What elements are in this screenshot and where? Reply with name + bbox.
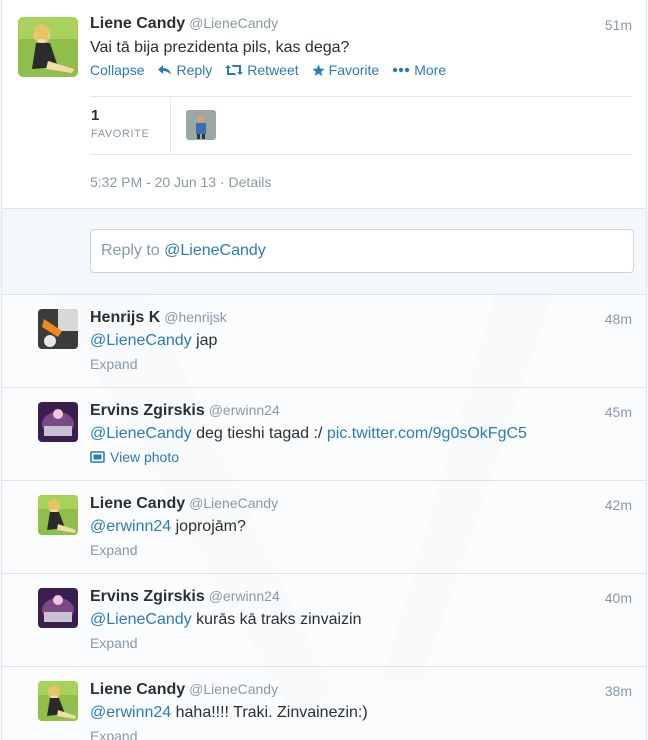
reply-input[interactable]: Reply to @LieneCandy <box>90 229 634 273</box>
collapse-link[interactable]: Collapse <box>90 62 144 78</box>
tweet-conversation-panel: Liene Candy @LieneCandy 51m Vai tā bija p… <box>1 0 647 740</box>
tweet-time[interactable]: 45m <box>605 404 632 420</box>
retweet-icon <box>225 65 244 75</box>
tweet-actions: Collapse Reply Retweet Favorite More <box>90 62 459 78</box>
favorite-button[interactable]: Favorite <box>312 62 380 78</box>
expand-link[interactable]: Expand <box>90 542 137 558</box>
tweet-text: @erwinn24 haha!!!! Traki. Zinvainezin:) <box>90 704 368 722</box>
expanded-tweet: Liene Candy @LieneCandy 51m Vai tā bija p… <box>2 0 646 209</box>
tweet-body: kurās kā traks zinvaizin <box>191 611 362 628</box>
mention-link[interactable]: @LieneCandy <box>90 425 192 442</box>
tweet-time[interactable]: 40m <box>605 590 632 606</box>
stats-separator <box>170 98 171 154</box>
reply-box-area: Reply to @LieneCandy <box>2 209 646 295</box>
more-dots-icon <box>393 67 410 73</box>
reply-label: Reply <box>176 62 213 78</box>
tweet-text: @LieneCandy jap <box>90 332 217 350</box>
reply-button[interactable]: Reply <box>157 62 212 78</box>
reply-header: Henrijs K @henrijsk <box>90 309 227 327</box>
author-handle[interactable]: @LieneCandy <box>189 681 278 697</box>
author-handle[interactable]: @LieneCandy <box>189 15 278 31</box>
favoriter-avatar[interactable] <box>186 110 216 140</box>
tweet-time[interactable]: 51m <box>605 17 632 33</box>
stats-divider-bottom <box>90 154 632 155</box>
reply-tweet[interactable]: Henrijs K @henrijsk 48m @LieneCandy jap E… <box>2 295 646 388</box>
expand-link[interactable]: Expand <box>90 728 137 740</box>
author-name[interactable]: Liene Candy <box>90 15 185 32</box>
reply-header: Ervins Zgirskis @erwinn24 <box>90 588 280 606</box>
tweet-time[interactable]: 42m <box>605 497 632 513</box>
tweet-text: @erwinn24 joprojām? <box>90 518 246 536</box>
tweet-timestamp-line: 5:32 PM - 20 Jun 13 · Details <box>90 174 271 190</box>
avatar[interactable] <box>18 17 78 77</box>
reply-placeholder-mention: @LieneCandy <box>164 242 266 259</box>
mention-link[interactable]: @erwinn24 <box>90 518 171 535</box>
expand-link[interactable]: Expand <box>90 635 137 651</box>
avatar[interactable] <box>38 495 78 535</box>
author-handle[interactable]: @erwinn24 <box>209 588 280 604</box>
reply-tweet[interactable]: Liene Candy @LieneCandy 38m @erwinn24 hah… <box>2 667 646 740</box>
author-name[interactable]: Liene Candy <box>90 681 185 698</box>
tweet-body: joprojām? <box>171 518 246 535</box>
tweet-body: deg tieshi tagad :/ <box>191 425 327 442</box>
reply-tweet[interactable]: Liene Candy @LieneCandy 42m @erwinn24 jop… <box>2 481 646 574</box>
view-photo-label: View photo <box>110 449 180 465</box>
more-label: More <box>414 62 447 78</box>
mention-link[interactable]: @erwinn24 <box>90 704 171 721</box>
reply-header: Liene Candy @LieneCandy <box>90 681 278 699</box>
more-button[interactable]: More <box>392 62 446 78</box>
tweet-text: @LieneCandy deg tieshi tagad :/ pic.twit… <box>90 425 527 443</box>
reply-tweet[interactable]: Ervins Zgirskis @erwinn24 40m @LieneCandy… <box>2 574 646 667</box>
meta-separator: · <box>219 174 225 190</box>
favorite-label: Favorite <box>328 62 380 78</box>
tweet-time[interactable]: 48m <box>605 311 632 327</box>
reply-header: Ervins Zgirskis @erwinn24 <box>90 402 280 420</box>
author-name[interactable]: Liene Candy <box>90 495 185 512</box>
details-link[interactable]: Details <box>229 174 272 190</box>
retweet-label: Retweet <box>247 62 299 78</box>
favorites-label: FAVORITE <box>91 128 150 140</box>
reply-arrow-icon <box>158 65 172 75</box>
author-handle[interactable]: @LieneCandy <box>189 495 278 511</box>
mention-link[interactable]: @LieneCandy <box>90 611 192 628</box>
tweet-timestamp: 5:32 PM - 20 Jun 13 <box>90 174 217 190</box>
avatar[interactable] <box>38 402 78 442</box>
tweet-header: Liene Candy @LieneCandy <box>90 15 278 33</box>
reply-header: Liene Candy @LieneCandy <box>90 495 278 513</box>
expand-link[interactable]: Expand <box>90 356 137 372</box>
tweet-body: haha!!!! Traki. Zinvainezin:) <box>171 704 368 721</box>
author-name[interactable]: Henrijs K <box>90 309 160 326</box>
star-icon <box>312 64 325 76</box>
reply-placeholder-prefix: Reply to <box>101 242 165 259</box>
author-name[interactable]: Ervins Zgirskis <box>90 402 205 419</box>
author-name[interactable]: Ervins Zgirskis <box>90 588 205 605</box>
view-photo-link[interactable]: View photo <box>90 449 179 465</box>
mention-link[interactable]: @LieneCandy <box>90 332 192 349</box>
stats-divider-top <box>90 96 632 97</box>
tweet-text: Vai tā bija prezidenta pils, kas dega? <box>90 39 350 56</box>
photo-link[interactable]: pic.twitter.com/9g0sOkFgC5 <box>327 425 527 442</box>
avatar[interactable] <box>38 681 78 721</box>
author-handle[interactable]: @henrijsk <box>164 309 226 325</box>
reply-tweet[interactable]: Ervins Zgirskis @erwinn24 45m @LieneCandy… <box>2 388 646 481</box>
retweet-button[interactable]: Retweet <box>225 62 299 78</box>
avatar[interactable] <box>38 309 78 349</box>
tweet-body: jap <box>191 332 218 349</box>
photo-icon <box>90 451 105 463</box>
avatar[interactable] <box>38 588 78 628</box>
author-handle[interactable]: @erwinn24 <box>209 402 280 418</box>
tweet-time[interactable]: 38m <box>605 683 632 699</box>
favorites-count[interactable]: 1 <box>91 107 99 124</box>
tweet-text: @LieneCandy kurās kā traks zinvaizin <box>90 611 361 629</box>
